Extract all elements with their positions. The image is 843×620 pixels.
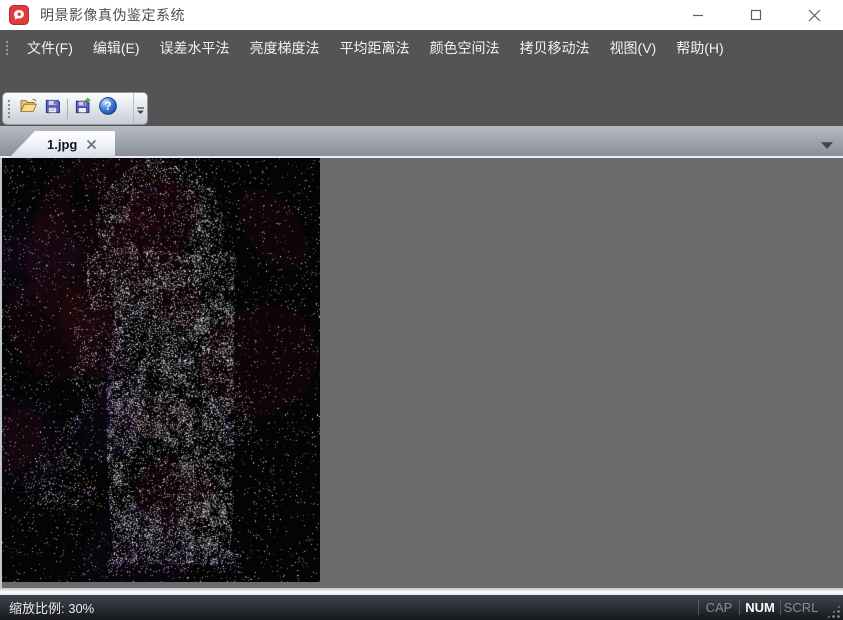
tab-label: 1.jpg [47,137,77,152]
menu-item-average-distance[interactable]: 平均距离法 [330,34,420,62]
statusbar: 缩放比例: 30% CAP NUM SCRL [0,595,843,620]
window-controls [669,0,843,30]
titlebar: 明景影像真伪鉴定系统 [0,0,843,30]
menu-item-help[interactable]: 帮助(H) [666,34,733,62]
open-folder-icon [18,96,38,121]
toolbar-grip-icon[interactable] [7,99,11,119]
menubar-grip-icon[interactable] [5,40,9,56]
svg-text:?: ? [104,101,111,113]
save-button[interactable] [40,96,65,122]
menu-item-view[interactable]: 视图(V) [600,34,667,62]
close-button[interactable] [785,0,843,30]
toolbar-dock: ? [0,66,843,126]
tab-1jpg[interactable]: 1.jpg [9,131,115,158]
menu-item-edit[interactable]: 编辑(E) [83,34,150,62]
save-as-button[interactable] [70,96,95,122]
analysis-image[interactable] [2,158,320,582]
toolbar-options-chevron-icon [136,102,145,120]
toolbar-separator [67,99,68,119]
menu-item-copy-move[interactable]: 拷贝移动法 [510,34,600,62]
tabbar: 1.jpg [0,126,843,158]
scroll-lock-indicator: SCRL [781,600,821,615]
resize-grip-icon[interactable] [826,604,841,619]
maximize-button[interactable] [727,0,785,30]
help-icon: ? [98,96,118,121]
tab-close-button[interactable] [86,139,97,150]
minimize-button[interactable] [669,0,727,30]
menubar: 文件(F) 编辑(E) 误差水平法 亮度梯度法 平均距离法 颜色空间法 拷贝移动… [0,30,843,66]
zoom-ratio-text: 缩放比例: 30% [9,598,94,617]
num-lock-indicator: NUM [740,600,780,615]
tab-list-dropdown-button[interactable] [820,141,834,150]
save-floppy-icon [43,97,62,121]
menu-item-luminance-gradient[interactable]: 亮度梯度法 [240,34,330,62]
window-title: 明景影像真伪鉴定系统 [40,5,185,25]
toolbar-options-button[interactable] [133,93,147,124]
menu-item-error-level[interactable]: 误差水平法 [150,34,240,62]
open-file-button[interactable] [15,96,40,122]
chevron-down-icon [820,141,834,150]
help-button[interactable]: ? [95,96,120,122]
document-area[interactable] [0,158,843,588]
toolbar: ? [2,92,148,125]
menu-item-color-space[interactable]: 颜色空间法 [420,34,510,62]
save-as-floppy-icon [73,97,92,121]
keyboard-indicators: CAP NUM SCRL [698,595,843,620]
menu-item-file[interactable]: 文件(F) [17,34,83,62]
content-bottom-edge [0,588,843,595]
caps-lock-indicator: CAP [699,600,739,615]
app-logo-icon [9,5,29,25]
